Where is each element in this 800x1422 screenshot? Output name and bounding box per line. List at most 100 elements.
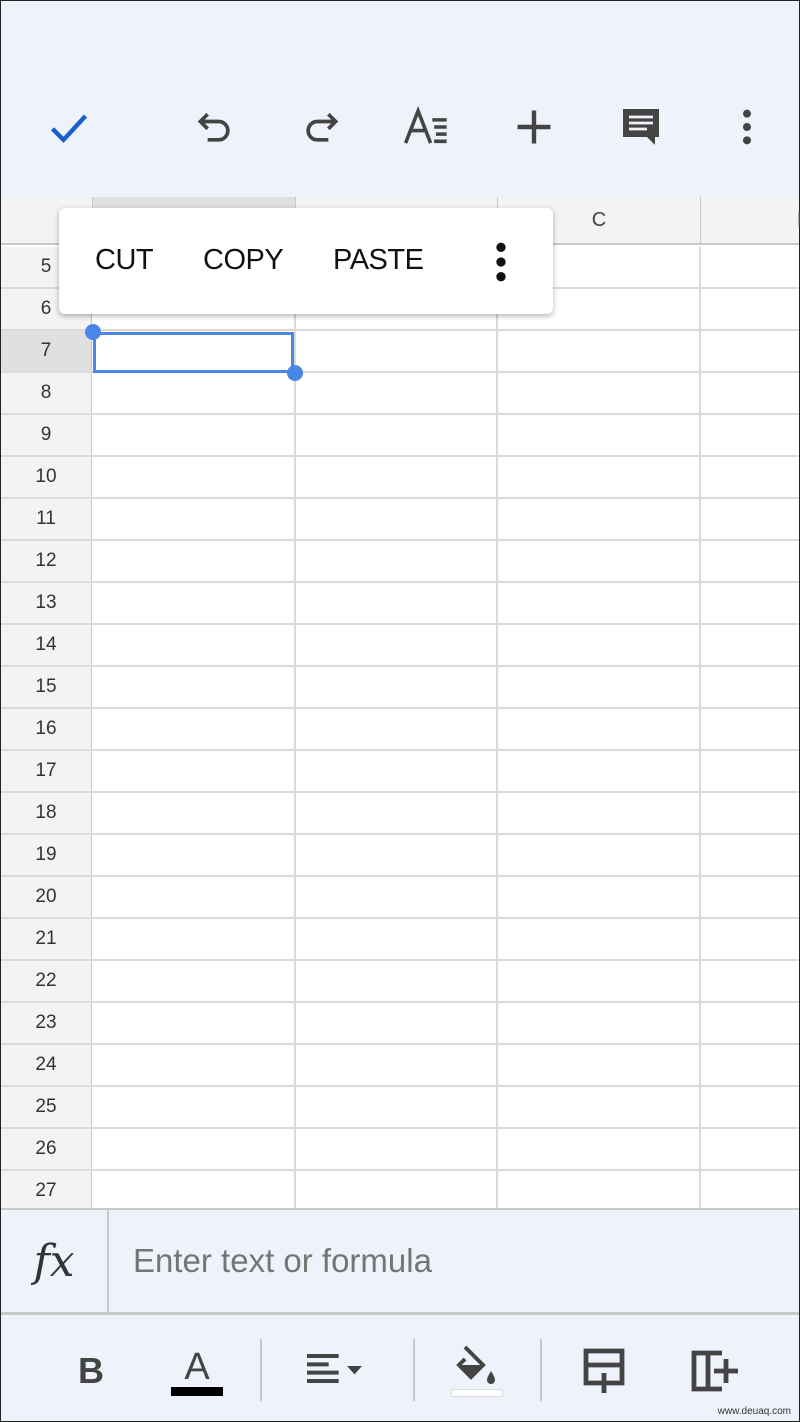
column-divider — [294, 457, 296, 497]
confirm-check-icon[interactable] — [41, 99, 97, 155]
row-number[interactable]: 21 — [1, 919, 92, 959]
table-row: 14 — [1, 625, 799, 667]
row-number[interactable]: 23 — [1, 1003, 92, 1043]
row-number[interactable]: 16 — [1, 709, 92, 749]
selected-cell-a7[interactable] — [93, 332, 294, 373]
comment-icon[interactable] — [613, 99, 669, 155]
column-divider — [699, 289, 701, 329]
column-divider — [699, 373, 701, 413]
fill-color-button[interactable] — [447, 1341, 507, 1401]
formula-bar: fx — [1, 1208, 799, 1315]
bold-button[interactable]: B — [61, 1341, 121, 1401]
column-divider — [699, 877, 701, 917]
column-divider — [294, 877, 296, 917]
more-options-icon[interactable] — [493, 242, 509, 287]
column-divider — [294, 919, 296, 959]
row-number[interactable]: 10 — [1, 457, 92, 497]
align-dropdown-icon[interactable] — [307, 1341, 367, 1401]
divider — [413, 1339, 415, 1401]
undo-icon[interactable] — [187, 99, 243, 155]
column-divider — [294, 793, 296, 833]
column-divider — [496, 793, 498, 833]
column-divider — [294, 1129, 296, 1169]
column-divider — [699, 1003, 701, 1043]
row-number[interactable]: 12 — [1, 541, 92, 581]
spreadsheet-grid[interactable]: 5 6 7 8 9 10 11 12 13 14 15 16 17 18 19 20 21 22 23 24 25 26 2… — [1, 247, 799, 1208]
paste-button[interactable]: PASTE — [333, 244, 424, 277]
redo-icon[interactable] — [293, 99, 349, 155]
table-row: 26 — [1, 1129, 799, 1171]
table-row: 27 — [1, 1171, 799, 1208]
table-row: 12 — [1, 541, 799, 583]
column-divider — [496, 919, 498, 959]
text-color-swatch — [171, 1386, 223, 1396]
table-row: 24 — [1, 1045, 799, 1087]
divider — [540, 1339, 542, 1401]
column-divider — [496, 373, 498, 413]
row-number[interactable]: 20 — [1, 877, 92, 917]
text-format-icon[interactable] — [399, 99, 455, 155]
column-divider — [496, 499, 498, 539]
row-number[interactable]: 9 — [1, 415, 92, 455]
selection-handle-end[interactable] — [287, 365, 303, 381]
table-row: 16 — [1, 709, 799, 751]
row-number[interactable]: 17 — [1, 751, 92, 791]
row-number[interactable]: 14 — [1, 625, 92, 665]
row-number[interactable]: 18 — [1, 793, 92, 833]
column-divider — [496, 583, 498, 623]
insert-column-icon[interactable] — [684, 1341, 744, 1401]
row-number[interactable]: 27 — [1, 1171, 92, 1208]
column-divider — [294, 499, 296, 539]
row-number[interactable]: 15 — [1, 667, 92, 707]
row-number[interactable]: 22 — [1, 961, 92, 1001]
column-divider — [496, 1045, 498, 1085]
row-number[interactable]: 13 — [1, 583, 92, 623]
top-toolbar — [1, 1, 799, 197]
column-divider — [294, 709, 296, 749]
insert-plus-icon[interactable] — [506, 99, 562, 155]
column-divider — [496, 415, 498, 455]
column-divider — [699, 583, 701, 623]
column-divider — [699, 1171, 701, 1208]
column-divider — [294, 583, 296, 623]
fill-color-swatch — [451, 1389, 503, 1397]
row-number[interactable]: 25 — [1, 1087, 92, 1127]
row-number[interactable]: 19 — [1, 835, 92, 875]
column-divider — [294, 751, 296, 791]
row-number[interactable]: 24 — [1, 1045, 92, 1085]
selection-handle-start[interactable] — [85, 324, 101, 340]
fx-icon: fx — [1, 1210, 109, 1312]
column-divider — [496, 1129, 498, 1169]
bottom-format-toolbar: B A www.deuaq.com — [1, 1315, 799, 1421]
column-divider — [496, 1087, 498, 1127]
formula-input[interactable] — [133, 1242, 773, 1280]
more-vert-icon[interactable] — [719, 99, 775, 155]
table-row: 8 — [1, 373, 799, 415]
copy-button[interactable]: COPY — [203, 244, 284, 277]
text-color-button[interactable]: A — [167, 1341, 227, 1401]
column-divider — [496, 1003, 498, 1043]
column-divider — [496, 667, 498, 707]
column-divider — [699, 961, 701, 1001]
column-divider — [699, 1087, 701, 1127]
row-number[interactable]: 11 — [1, 499, 92, 539]
column-divider — [699, 919, 701, 959]
insert-row-icon[interactable] — [574, 1341, 634, 1401]
column-divider — [294, 1087, 296, 1127]
column-divider — [699, 331, 701, 371]
column-divider — [699, 625, 701, 665]
watermark: www.deuaq.com — [717, 1406, 791, 1417]
column-divider — [496, 835, 498, 875]
column-divider — [496, 1171, 498, 1208]
row-number[interactable]: 7 — [1, 331, 92, 371]
row-number[interactable]: 8 — [1, 373, 92, 413]
table-row: 21 — [1, 919, 799, 961]
table-row: 20 — [1, 877, 799, 919]
cut-button[interactable]: CUT — [95, 244, 154, 277]
column-divider — [496, 961, 498, 1001]
context-menu: CUT COPY PASTE — [59, 208, 553, 314]
row-number[interactable]: 26 — [1, 1129, 92, 1169]
column-header-d[interactable]: D — [700, 197, 800, 243]
column-divider — [699, 1129, 701, 1169]
column-divider — [496, 751, 498, 791]
